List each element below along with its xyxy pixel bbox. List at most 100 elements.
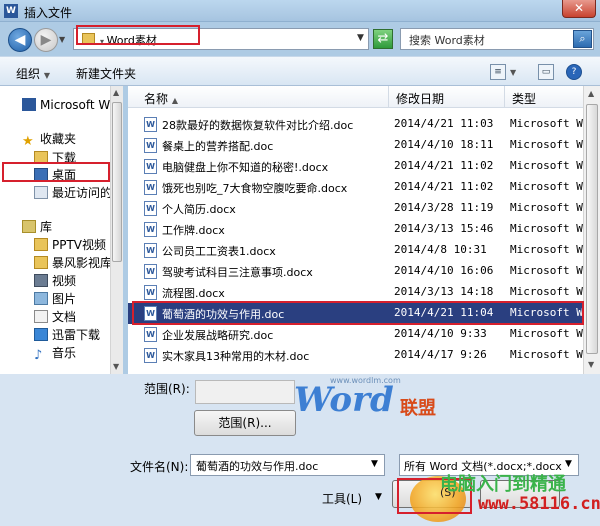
word-doc-icon: W <box>144 159 157 174</box>
word-doc-icon: W <box>144 327 157 342</box>
file-type: Microsoft Wo <box>510 159 590 172</box>
sidebar-item-baofeng[interactable]: 暴风影视库 <box>34 254 112 271</box>
back-button[interactable]: ◀ <box>8 28 32 52</box>
file-row[interactable]: W 28款最好的数据恢复软件对比介绍.doc 2014/4/21 11:03 M… <box>128 114 600 135</box>
chevron-down-icon: ▼ <box>43 71 50 80</box>
document-icon <box>34 310 48 323</box>
sidebar-item-video[interactable]: 视频 <box>34 272 76 289</box>
view-options-icon[interactable]: ≡ <box>490 64 506 80</box>
new-folder-button[interactable]: 新建文件夹 <box>76 65 136 82</box>
range-input[interactable] <box>195 380 295 404</box>
file-name: 公司员工工资表1.docx <box>162 245 276 258</box>
search-icon: ⌕ <box>579 32 586 45</box>
file-type: Microsoft Wo <box>510 180 590 193</box>
file-row[interactable]: W 电脑健盘上你不知道的秘密!.docx 2014/4/21 11:02 Mic… <box>128 156 600 177</box>
sidebar-item-pictures[interactable]: 图片 <box>34 290 76 307</box>
file-type: Microsoft Wo <box>510 285 590 298</box>
library-icon <box>22 220 36 233</box>
column-type[interactable]: 类型 <box>512 90 536 107</box>
word-doc-icon: W <box>144 180 157 195</box>
sidebar-item-label: PPTV视频 <box>52 238 107 252</box>
sidebar-item-label: 视频 <box>52 274 77 288</box>
file-name: 工作牌.docx <box>162 224 225 237</box>
chevron-down-icon[interactable]: ▼ <box>371 459 378 469</box>
help-icon[interactable]: ? <box>566 64 582 80</box>
file-row[interactable]: W 公司员工工资表1.docx 2014/4/8 10:31 Microsoft… <box>128 240 600 261</box>
scroll-up-icon[interactable]: ▲ <box>588 89 594 98</box>
recent-pages-dropdown-icon[interactable]: ▼ <box>59 35 65 44</box>
forward-button[interactable]: ▶ <box>34 28 58 52</box>
scrollbar-thumb[interactable] <box>112 102 122 262</box>
word-doc-icon: W <box>144 243 157 258</box>
filename-input[interactable]: 葡萄酒的功效与作用.doc ▼ <box>190 454 385 476</box>
file-row[interactable]: W 企业发展战略研究.doc 2014/4/10 9:33 Microsoft … <box>128 324 600 345</box>
file-date: 2014/4/21 11:03 <box>394 117 494 130</box>
file-name: 实木家具13种常用的木材.doc <box>162 350 310 363</box>
word-app-icon: W <box>4 4 18 18</box>
file-list: 名称 ▲ 修改日期 类型 W 28款最好的数据恢复软件对比介绍.doc 2014… <box>128 86 600 374</box>
search-input[interactable]: 搜索 Word素材 ⌕ <box>400 28 594 50</box>
sidebar-item-favorites[interactable]: ★ 收藏夹 <box>22 130 76 149</box>
search-button[interactable]: ⌕ <box>573 30 592 48</box>
sidebar-item-library[interactable]: 库 <box>22 218 52 235</box>
file-type: Microsoft Wo <box>510 117 590 130</box>
watermark-site-url: www.58116.cn <box>478 494 600 514</box>
column-name[interactable]: 名称 ▲ <box>144 90 178 107</box>
folder-icon <box>34 238 48 251</box>
scroll-up-icon[interactable]: ▲ <box>113 88 119 97</box>
video-icon <box>34 274 48 287</box>
file-type: Microsoft Wo <box>510 243 590 256</box>
file-type: Microsoft Wo <box>510 264 590 277</box>
filename-label: 文件名(N): <box>130 460 189 474</box>
view-dropdown-icon[interactable]: ▼ <box>510 68 516 77</box>
watermark-word-brand: Word <box>294 380 394 420</box>
sidebar-item-label: 图片 <box>52 292 77 306</box>
organize-button[interactable]: 组织 ▼ <box>16 65 50 82</box>
refresh-button[interactable]: ⇄ <box>373 29 393 49</box>
scroll-down-icon[interactable]: ▼ <box>588 360 594 369</box>
tools-dropdown-icon[interactable]: ▼ <box>375 492 382 502</box>
file-row[interactable]: W 个人简历.docx 2014/3/28 11:19 Microsoft Wo <box>128 198 600 219</box>
file-date: 2014/4/21 11:02 <box>394 159 494 172</box>
sidebar-item-documents[interactable]: 文档 <box>34 308 76 325</box>
sidebar-item-thunder[interactable]: 迅雷下载 <box>34 326 100 343</box>
word-icon <box>22 98 36 111</box>
address-dropdown-icon[interactable]: ▼ <box>357 33 364 43</box>
word-doc-icon: W <box>144 222 157 237</box>
column-divider[interactable] <box>388 86 389 108</box>
chevron-down-icon[interactable]: ▼ <box>565 459 572 469</box>
folder-icon <box>34 256 48 269</box>
sidebar-item-label: 音乐 <box>52 346 77 360</box>
file-list-scrollbar[interactable]: ▲ ▼ <box>583 86 600 374</box>
file-date: 2014/3/13 15:46 <box>394 222 494 235</box>
file-row[interactable]: W 饿死也别吃_7大食物空腹吃要命.docx 2014/4/21 11:02 M… <box>128 177 600 198</box>
file-date: 2014/4/21 11:02 <box>394 180 494 193</box>
file-row[interactable]: W 实木家具13种常用的木材.doc 2014/4/17 9:26 Micros… <box>128 345 600 366</box>
sidebar-item-microsoft-word[interactable]: Microsoft Wo <box>22 98 117 112</box>
sidebar-item-recent[interactable]: 最近访问的 <box>34 184 112 201</box>
range-button[interactable]: 范围(R)... <box>194 410 296 436</box>
column-date[interactable]: 修改日期 <box>396 90 444 107</box>
file-row[interactable]: W 工作牌.docx 2014/3/13 15:46 Microsoft Wo <box>128 219 600 240</box>
watermark-site-cn: 电脑入门到精通 <box>440 474 566 495</box>
title-bar: W 插入文件 ✕ <box>0 0 600 22</box>
file-row[interactable]: W 驾驶考试科目三注意事项.docx 2014/4/10 16:06 Micro… <box>128 261 600 282</box>
file-row[interactable]: W 餐桌上的营养搭配.doc 2014/4/10 18:11 Microsoft… <box>128 135 600 156</box>
sidebar-item-pptv[interactable]: PPTV视频 <box>34 236 106 253</box>
sidebar-item-music[interactable]: ♪ 音乐 <box>34 344 77 363</box>
file-type: Microsoft Wo <box>510 327 590 340</box>
file-row[interactable]: W 流程图.docx 2014/3/13 14:18 Microsoft Wo <box>128 282 600 303</box>
window-title: 插入文件 <box>24 6 73 20</box>
close-button[interactable]: ✕ <box>562 0 596 18</box>
file-type: Microsoft Wo <box>510 201 590 214</box>
column-divider[interactable] <box>504 86 505 108</box>
preview-pane-icon[interactable]: ▭ <box>538 64 554 80</box>
scroll-down-icon[interactable]: ▼ <box>113 362 119 371</box>
word-doc-icon: W <box>144 264 157 279</box>
file-name: 企业发展战略研究.doc <box>162 329 274 342</box>
scrollbar-thumb[interactable] <box>586 104 598 354</box>
tools-button[interactable]: 工具(L) <box>322 490 362 507</box>
navigation-scrollbar[interactable]: ▲ ▼ <box>110 86 123 374</box>
word-doc-icon: W <box>144 138 157 153</box>
file-date: 2014/3/13 14:18 <box>394 285 494 298</box>
